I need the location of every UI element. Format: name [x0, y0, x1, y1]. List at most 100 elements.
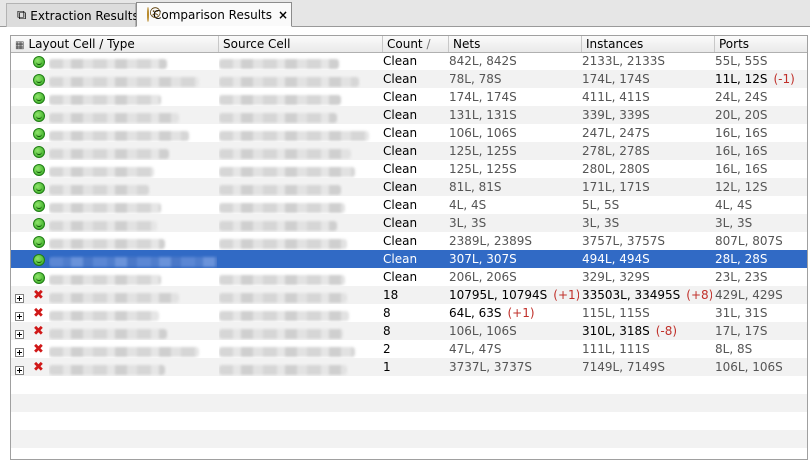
status-cell — [33, 124, 47, 142]
ports-cell: 4L, 4S — [715, 196, 807, 214]
table-row[interactable]: Clean 3L, 3S 3L, 3S 3L, 3S — [11, 214, 807, 232]
redacted-text — [49, 131, 189, 141]
pass-smiley-icon — [33, 92, 45, 104]
expand-cell — [15, 142, 27, 160]
redacted-text — [219, 347, 355, 357]
ports-value: 55L, 55S — [715, 54, 768, 68]
instances-cell: 3757L, 3757S — [582, 232, 712, 250]
expand-toggle-icon[interactable] — [15, 366, 24, 375]
redacted-text — [49, 59, 167, 69]
count-cell: Clean — [383, 72, 418, 86]
table-row[interactable]: ✖ 8 64L, 63S (+1) 115L, 115S 31L, 31S — [11, 304, 807, 322]
ports-value: 16L, 16S — [715, 144, 768, 158]
nets-value: 64L, 63S — [449, 306, 502, 320]
instances-cell: 111L, 111S — [582, 340, 712, 358]
source-cell-name — [219, 322, 381, 340]
table-row[interactable]: Clean 78L, 78S 174L, 174S 11L, 12S (-1) — [11, 70, 807, 88]
instances-value: 3L, 3S — [582, 216, 620, 230]
source-cell-name — [219, 178, 381, 196]
pass-smiley-icon — [33, 164, 45, 176]
nets-value: 10795L, 10794S — [449, 288, 548, 302]
table-row[interactable]: Clean 307L, 307S 494L, 494S 28L, 28S — [11, 250, 807, 268]
table-icon: ▦ — [15, 40, 25, 51]
nets-value: 131L, 131S — [449, 108, 517, 122]
tab-comparison-results[interactable]: Comparison Results × — [136, 2, 292, 27]
nets-value: 3L, 3S — [449, 216, 487, 230]
table-row[interactable]: Clean 125L, 125S 280L, 280S 16L, 16S — [11, 160, 807, 178]
column-header-instances[interactable]: Instances — [582, 36, 715, 52]
expand-toggle-icon[interactable] — [15, 294, 24, 303]
instances-cell: 171L, 171S — [582, 178, 712, 196]
column-header-source-cell[interactable]: Source Cell — [219, 36, 383, 52]
column-header-count[interactable]: Count / — [383, 36, 449, 52]
source-cell-name — [219, 70, 381, 88]
layout-cell-name — [49, 124, 217, 142]
instances-cell: 115L, 115S — [582, 304, 712, 322]
table-row[interactable]: Clean 4L, 4S 5L, 5S 4L, 4S — [11, 196, 807, 214]
nets-value: 842L, 842S — [449, 54, 517, 68]
expand-cell[interactable] — [15, 286, 27, 304]
redacted-text — [49, 329, 167, 339]
instances-value: 115L, 115S — [582, 306, 650, 320]
layout-cell-name — [49, 304, 217, 322]
close-tab-button[interactable]: × — [278, 8, 288, 22]
count-cell: Clean — [383, 198, 418, 212]
table-row[interactable]: ✖ 1 3737L, 3737S 7149L, 7149S 106L, 106S — [11, 358, 807, 376]
redacted-text — [219, 149, 351, 159]
nets-cell: 206L, 206S — [449, 268, 579, 286]
status-cell — [33, 106, 47, 124]
expand-toggle-icon[interactable] — [15, 312, 24, 321]
table-row[interactable]: ✖ 8 106L, 106S 310L, 318S (-8) 17L, 17S — [11, 322, 807, 340]
ports-cell: 16L, 16S — [715, 124, 807, 142]
expand-cell[interactable] — [15, 322, 27, 340]
redacted-text — [219, 77, 359, 87]
column-header-ports[interactable]: Ports — [715, 36, 807, 52]
expand-cell — [15, 88, 27, 106]
table-row[interactable]: Clean 81L, 81S 171L, 171S 12L, 12S — [11, 178, 807, 196]
table-row[interactable]: ✖ 2 47L, 47S 111L, 111S 8L, 8S — [11, 340, 807, 358]
source-cell-name — [219, 88, 381, 106]
ports-value: 8L, 8S — [715, 342, 753, 356]
column-header-nets[interactable]: Nets — [449, 36, 582, 52]
table-row[interactable]: Clean 125L, 125S 278L, 278S 16L, 16S — [11, 142, 807, 160]
table-row[interactable]: Clean 174L, 174S 411L, 411S 24L, 24S — [11, 88, 807, 106]
count-cell: Clean — [383, 108, 418, 122]
redacted-text — [219, 311, 349, 321]
count-cell: 8 — [383, 306, 391, 320]
count-cell: Clean — [383, 162, 418, 176]
layout-cell-name — [49, 232, 217, 250]
ports-value: 106L, 106S — [715, 360, 783, 374]
redacted-text — [219, 131, 369, 141]
table-row[interactable]: Clean 842L, 842S 2133L, 2133S 55L, 55S — [11, 52, 807, 70]
status-cell — [33, 196, 47, 214]
pass-smiley-icon — [33, 110, 45, 122]
table-row[interactable]: Clean 206L, 206S 329L, 329S 23L, 23S — [11, 268, 807, 286]
expand-cell[interactable] — [15, 340, 27, 358]
fail-cross-icon: ✖ — [33, 324, 44, 339]
status-cell: ✖ — [33, 304, 47, 322]
expand-toggle-icon[interactable] — [15, 348, 24, 357]
pass-smiley-icon — [33, 272, 45, 284]
expand-cell[interactable] — [15, 304, 27, 322]
status-cell — [33, 250, 47, 268]
column-header-layout-cell[interactable]: ▦ Layout Cell / Type — [11, 36, 219, 52]
table-row[interactable]: ✖ 18 10795L, 10794S (+1) 33503L, 33495S (+8) 4… — [11, 286, 807, 304]
tab-extraction-results[interactable]: ⧉ Extraction Results — [6, 3, 139, 27]
count-cell: 1 — [383, 360, 391, 374]
fail-cross-icon: ✖ — [33, 288, 44, 303]
instances-cell: 310L, 318S (-8) — [582, 322, 712, 340]
expand-cell[interactable] — [15, 358, 27, 376]
table-row[interactable]: Clean 131L, 131S 339L, 339S 20L, 20S — [11, 106, 807, 124]
layout-cell-name — [49, 286, 217, 304]
expand-toggle-icon[interactable] — [15, 330, 24, 339]
redacted-text — [219, 167, 355, 177]
count-cell: Clean — [383, 234, 418, 248]
table-row[interactable]: Clean 106L, 106S 247L, 247S 16L, 16S — [11, 124, 807, 142]
nets-value: 106L, 106S — [449, 126, 517, 140]
pass-smiley-icon — [33, 218, 45, 230]
nets-value: 106L, 106S — [449, 324, 517, 338]
instances-cell: 339L, 339S — [582, 106, 712, 124]
redacted-text — [219, 329, 343, 339]
ports-cell: 24L, 24S — [715, 88, 807, 106]
table-row[interactable]: Clean 2389L, 2389S 3757L, 3757S 807L, 807S — [11, 232, 807, 250]
